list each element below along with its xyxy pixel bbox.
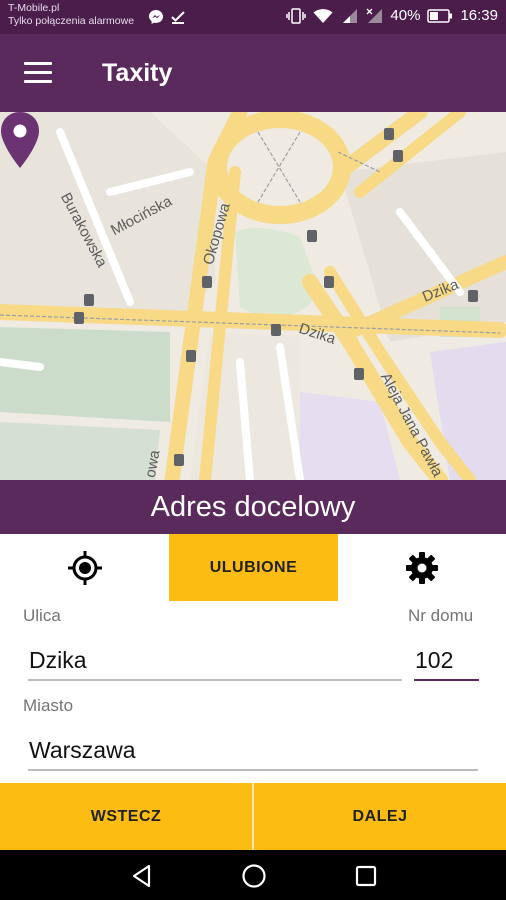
status-bar: T-Mobile.pl Tylko połączenia alarmowe 40… [0,0,506,34]
street-label: Ulica [23,606,61,625]
carrier-info: T-Mobile.pl Tylko połączenia alarmowe [8,2,134,28]
destination-title: Adres docelowy [0,480,506,534]
hamburger-menu-icon[interactable] [24,62,54,84]
app-title: Taxity [102,59,173,87]
current-location-tab[interactable] [0,534,169,601]
vibrate-icon [286,7,307,24]
house-number-input-underline [414,679,479,681]
city-input-underline [28,769,478,771]
system-status: 40% 16:39 [286,7,498,24]
back-button[interactable]: WSTECZ [0,783,252,850]
download-done-icon [171,11,185,24]
street-input[interactable] [23,643,403,677]
location-pin-icon [1,112,39,168]
network-note: Tylko połączenia alarmowe [8,15,135,27]
notification-icons [148,9,186,25]
address-source-tabs: ULUBIONE [0,534,506,601]
city-input[interactable] [23,733,483,767]
action-bar: WSTECZ DALEJ [0,783,506,850]
carrier-name: T-Mobile.pl [8,2,60,14]
clock: 16:39 [460,7,498,24]
gear-icon [406,551,438,584]
settings-tab[interactable] [338,534,506,601]
wifi-icon [313,8,333,23]
city-label: Miasto [23,696,74,715]
favorites-tab[interactable]: ULUBIONE [169,534,338,601]
messenger-icon [149,10,163,24]
nav-recents-icon[interactable] [352,862,380,890]
nav-back-icon[interactable] [128,862,156,890]
signal-icon [343,8,358,23]
crosshair-location-icon [67,550,102,585]
battery-percent: 40% [390,7,421,24]
system-nav-bar [0,850,506,900]
street-input-underline [28,679,402,681]
battery-icon [427,8,453,23]
next-button[interactable]: DALEJ [254,783,506,850]
map-view[interactable]: i Burakowska Młocińska Okopowa Dzika Dzi… [0,112,506,480]
app-bar: Taxity [0,34,506,112]
signal-no-sim-icon [366,8,383,23]
nav-home-icon[interactable] [240,862,268,890]
house-number-input[interactable] [409,643,479,677]
house-number-label: Nr domu [408,606,474,625]
